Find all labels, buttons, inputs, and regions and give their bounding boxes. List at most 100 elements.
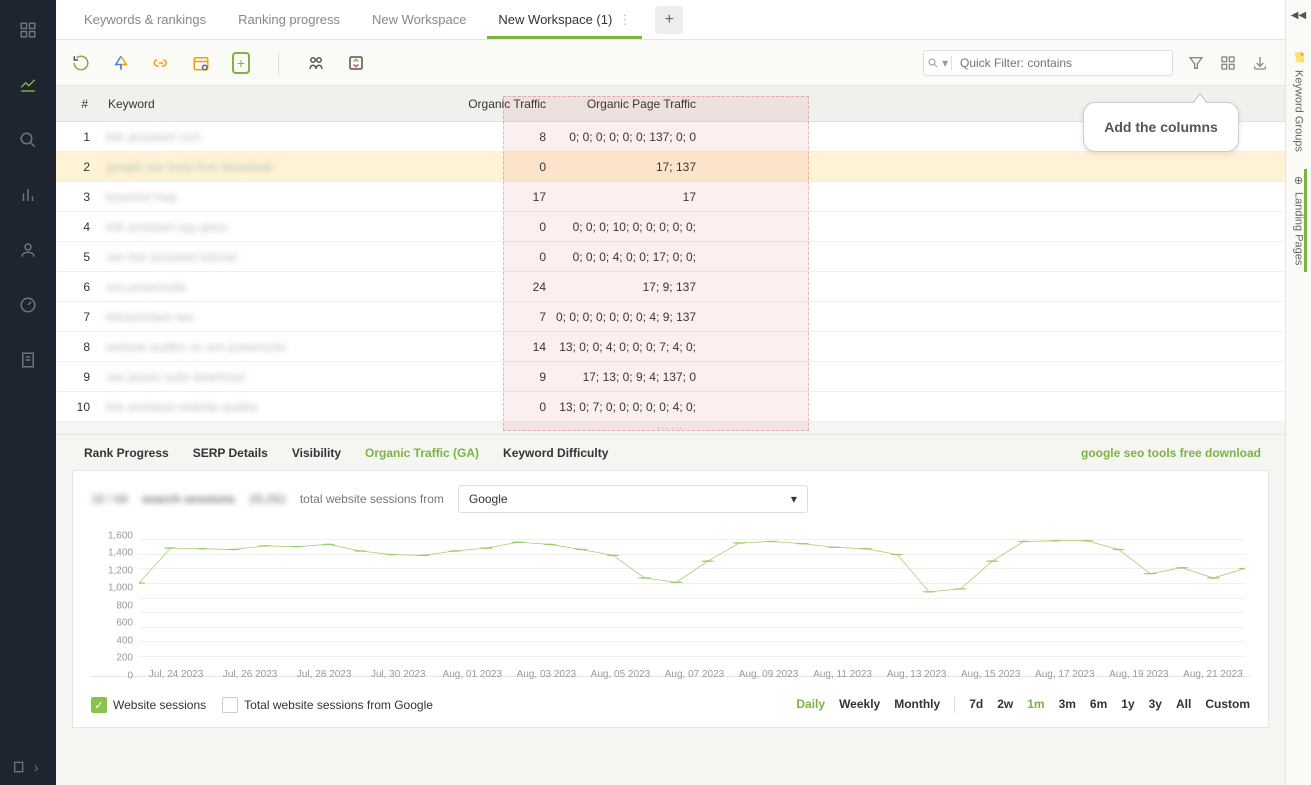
nav-user-icon[interactable] [18,240,38,260]
period-3m[interactable]: 3m [1059,697,1076,713]
period-custom[interactable]: Custom [1205,697,1250,713]
side-tab-landing-pages[interactable]: ⊕ Landing Pages [1292,164,1305,277]
granularity-weekly[interactable]: Weekly [839,697,880,713]
drag-handle[interactable]: ⋯⋯ [56,422,1285,434]
ltab-visibility[interactable]: Visibility [280,446,353,460]
td-organic-traffic: 17 [403,190,556,204]
td-organic-page-traffic: 13; 0; 7; 0; 0; 0; 0; 0; 4; 0; [556,400,708,414]
nav-chart-icon[interactable] [18,75,38,95]
td-organic-page-traffic: 13; 0; 0; 4; 0; 0; 0; 7; 4; 0; [556,340,708,354]
td-keyword: linkassistant seo [98,310,403,324]
td-num: 3 [56,190,98,204]
share-icon[interactable] [112,54,130,72]
nav-search-icon[interactable] [18,130,38,150]
stat1-label: search sessions [142,492,235,506]
granularity-monthly[interactable]: Monthly [894,697,940,713]
ltab-keyword-difficulty[interactable]: Keyword Difficulty [491,446,620,460]
filter-icon[interactable] [1187,54,1205,72]
chart-area: 02004006008001,0001,2001,4001,600 Jul, 2… [91,527,1250,677]
period-7d[interactable]: 7d [969,697,983,713]
stat1: 16 / 68 [91,492,128,506]
td-keyword: seo power suite download [98,370,403,384]
nav-grid-icon[interactable] [18,20,38,40]
search-icon[interactable]: ▾ [924,56,952,70]
td-num: 4 [56,220,98,234]
side-tab-keyword-groups[interactable]: 📁 Keyword Groups [1292,39,1305,164]
table-row[interactable]: 8 website auditor vs seo powersuite 14 1… [56,332,1285,362]
period-1y[interactable]: 1y [1121,697,1134,713]
td-num: 8 [56,340,98,354]
quick-filter[interactable]: ▾ [923,50,1173,76]
td-num: 9 [56,370,98,384]
quick-filter-input[interactable] [952,56,1172,70]
table-rows: 1 link assistant com 8 0; 0; 0; 0; 0; 0;… [56,122,1285,422]
granularity-daily[interactable]: Daily [796,697,825,713]
tab-add-button[interactable]: + [655,6,683,34]
checkbox-empty-icon[interactable] [222,697,238,713]
download-icon[interactable] [1251,54,1269,72]
add-button[interactable]: + [232,54,250,72]
legend-website-sessions[interactable]: ✓Website sessions [91,697,206,713]
td-organic-page-traffic: 0; 0; 0; 10; 0; 0; 0; 0; 0; [556,220,708,234]
table-row[interactable]: 10 link assistant website auditor 0 13; … [56,392,1285,422]
table-row[interactable]: 9 seo power suite download 9 17; 13; 0; … [56,362,1285,392]
tab-new-workspace-1[interactable]: New Workspace (1)⋮ [482,0,647,39]
td-keyword: seo powersuite [98,280,403,294]
link-icon[interactable] [152,54,170,72]
table-row[interactable]: 4 link assistant spy glass 0 0; 0; 0; 10… [56,212,1285,242]
td-organic-traffic: 7 [403,310,556,324]
globe-icon: ⊕ [1294,174,1303,187]
td-organic-page-traffic: 0; 0; 0; 0; 0; 0; 0; 4; 9; 137 [556,310,708,324]
stat2-label: total website sessions from [300,492,444,506]
td-keyword: website auditor vs seo powersuite [98,340,403,354]
legend-total-sessions[interactable]: Total website sessions from Google [222,697,433,713]
divider [278,52,279,74]
td-num: 7 [56,310,98,324]
th-organic-traffic[interactable]: Organic Traffic [403,86,556,121]
td-num: 2 [56,160,98,174]
table-row[interactable]: 2 google seo tools free download 0 17; 1… [56,152,1285,182]
td-organic-page-traffic: 17; 137 [556,160,708,174]
add-columns-tooltip: Add the columns [1083,102,1239,152]
td-num: 5 [56,250,98,264]
td-organic-traffic: 14 [403,340,556,354]
columns-icon[interactable] [1219,54,1237,72]
td-keyword: keyword map [98,190,403,204]
table-row[interactable]: 3 keyword map 17 17 [56,182,1285,212]
ltab-rank-progress[interactable]: Rank Progress [72,446,181,460]
nav-bars-icon[interactable] [18,185,38,205]
td-organic-page-traffic: 17; 13; 0; 9; 4; 137; 0 [556,370,708,384]
ltab-serp-details[interactable]: SERP Details [181,446,280,460]
checkbox-checked-icon[interactable]: ✓ [91,697,107,713]
tab-ranking-progress[interactable]: Ranking progress [222,0,356,39]
group-icon[interactable] [307,54,325,72]
nav-doc-icon[interactable] [18,350,38,370]
tab-more-icon[interactable]: ⋮ [618,12,631,28]
th-num[interactable]: # [56,86,98,121]
period-3y[interactable]: 3y [1149,697,1162,713]
period-1m[interactable]: 1m [1027,697,1044,713]
chevron-down-icon: ▾ [791,492,797,506]
refresh-icon[interactable] [72,54,90,72]
ltab-organic-traffic[interactable]: Organic Traffic (GA) [353,446,491,460]
calendar-icon[interactable] [192,54,210,72]
content-area: Keywords & rankings Ranking progress New… [56,0,1285,785]
td-organic-page-traffic: 0; 0; 0; 0; 0; 0; 137; 0; 0 [556,130,708,144]
collapse-sidebar-icon[interactable]: ◀◀ [1291,10,1306,21]
period-2w[interactable]: 2w [997,697,1013,713]
tab-keywords-rankings[interactable]: Keywords & rankings [68,0,222,39]
source-dropdown[interactable]: Google ▾ [458,485,808,513]
th-organic-page-traffic[interactable]: Organic Page Traffic [556,86,708,121]
th-keyword[interactable]: Keyword [98,86,403,121]
td-organic-traffic: 0 [403,220,556,234]
nav-collapse-icon[interactable]: › [12,759,39,775]
period-all[interactable]: All [1176,697,1191,713]
table-row[interactable]: 5 seo link assistant tutorial 0 0; 0; 0;… [56,242,1285,272]
table-row[interactable]: 6 seo powersuite 24 17; 9; 137 [56,272,1285,302]
td-organic-page-traffic: 17 [556,190,708,204]
nav-gauge-icon[interactable] [18,295,38,315]
tab-new-workspace[interactable]: New Workspace [356,0,482,39]
table-row[interactable]: 7 linkassistant seo 7 0; 0; 0; 0; 0; 0; … [56,302,1285,332]
period-6m[interactable]: 6m [1090,697,1107,713]
sort-icon[interactable] [347,54,365,72]
